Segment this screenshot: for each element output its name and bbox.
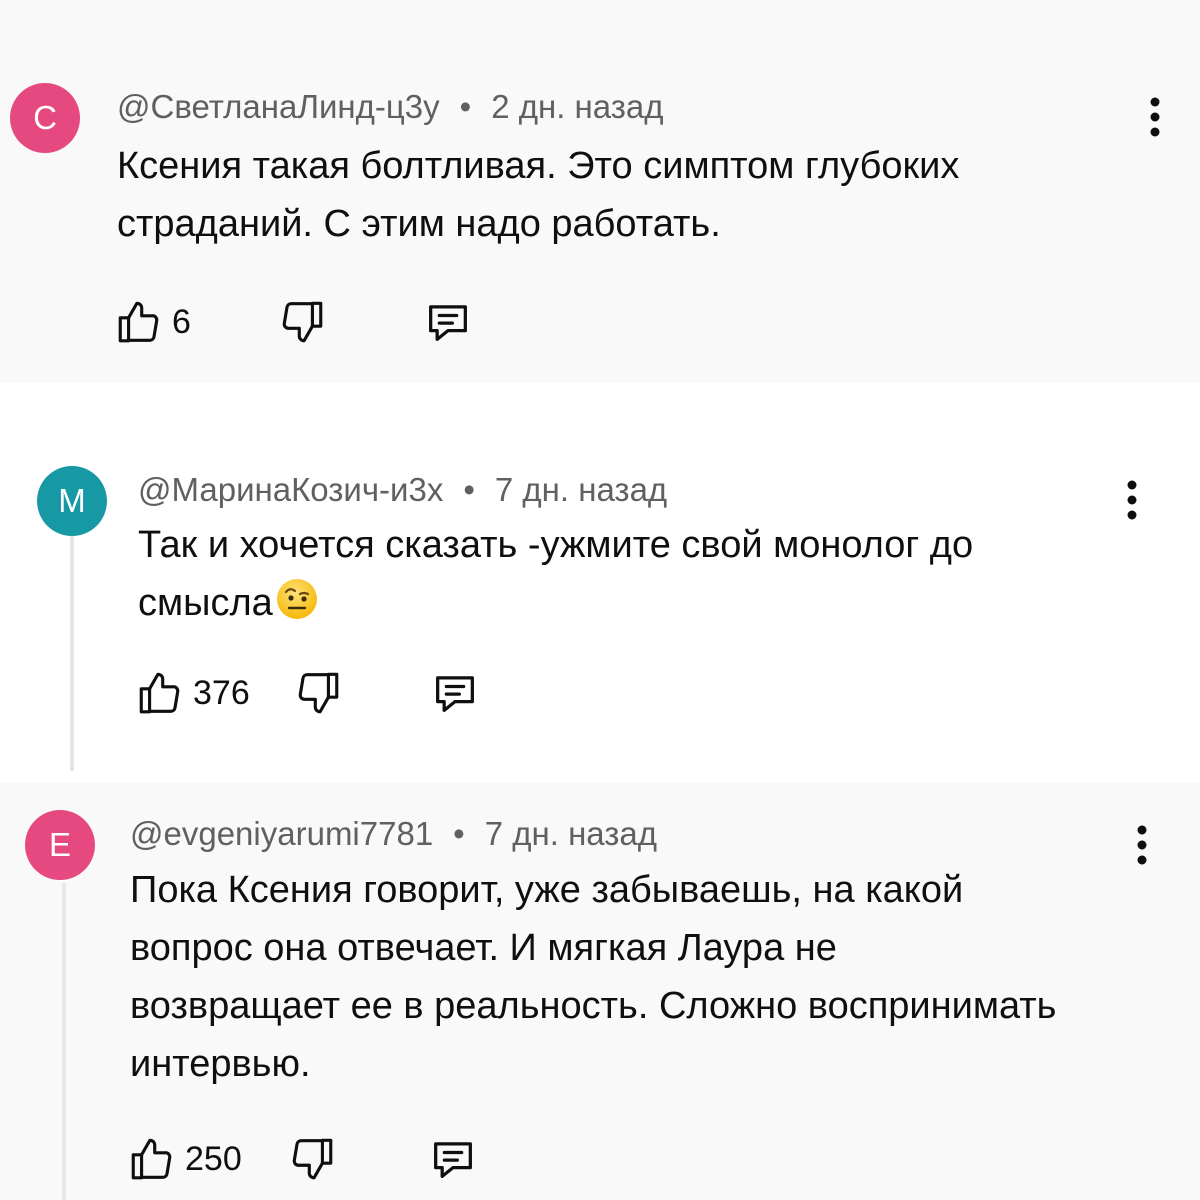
- like-button[interactable]: 6: [114, 292, 191, 352]
- like-count: 6: [172, 302, 191, 341]
- reply-button[interactable]: [429, 663, 481, 723]
- comment-meta: @evgeniyarumi7781 • 7 дн. назад: [130, 815, 657, 853]
- comment-actions: 250: [127, 1129, 527, 1189]
- comment-text-line: интервью.: [130, 1043, 311, 1085]
- reply-button[interactable]: [427, 1129, 479, 1189]
- reply-comment-icon: [427, 1133, 479, 1185]
- comment-item: С @СветланаЛинд-ц3у • 2 дн. назад Ксения т…: [0, 0, 1200, 383]
- dislike-button[interactable]: [287, 1129, 337, 1189]
- thumbs-down-icon: [287, 1134, 337, 1184]
- like-count: 376: [193, 673, 250, 712]
- more-vertical-icon[interactable]: [1112, 475, 1152, 525]
- comment-text: Ксения такая болтливая. Это симптом глуб…: [117, 137, 959, 253]
- comment-meta: @СветланаЛинд-ц3у • 2 дн. назад: [117, 88, 664, 126]
- comment-text-line: вопрос она отвечает. И мягкая Лаура не: [130, 927, 837, 969]
- comment-time[interactable]: 7 дн. назад: [495, 471, 667, 508]
- meta-separator: •: [459, 88, 472, 125]
- thumbs-down-icon: [277, 297, 327, 347]
- thumbs-up-icon: [135, 668, 185, 718]
- more-vertical-icon[interactable]: [1122, 820, 1162, 870]
- avatar-letter: Е: [48, 826, 71, 863]
- avatar-letter: С: [33, 99, 57, 136]
- like-button[interactable]: 250: [127, 1129, 242, 1189]
- like-count: 250: [185, 1139, 242, 1178]
- reply-comment-icon: [422, 296, 474, 348]
- comment-text-line: возвращает ее в реальность. Сложно воспр…: [130, 985, 1057, 1027]
- comment-text-line: страданий. С этим надо работать.: [117, 203, 721, 245]
- thread-line: [62, 883, 66, 1200]
- comment-text-line: Так и хочется сказать -ужмите свой монол…: [138, 524, 974, 566]
- avatar[interactable]: С: [10, 83, 80, 153]
- comment-text-line: смысла: [138, 582, 273, 624]
- meta-separator: •: [453, 815, 465, 852]
- more-vertical-icon[interactable]: [1135, 92, 1175, 142]
- reply-button[interactable]: [422, 292, 474, 352]
- author-name[interactable]: @МаринаКозич-и3х: [138, 471, 443, 508]
- like-button[interactable]: 376: [135, 663, 250, 723]
- meta-separator: •: [463, 471, 475, 508]
- thread-line: [70, 536, 74, 771]
- comment-text-line: Пока Ксения говорит, уже забываешь, на к…: [130, 869, 964, 911]
- comment-text-line: Ксения такая болтливая. Это симптом глуб…: [117, 145, 960, 187]
- comment-text: Так и хочется сказать -ужмите свой монол…: [138, 516, 973, 632]
- comment-item: Е @evgeniyarumi7781 • 7 дн. назад Пока Ксе…: [0, 783, 1200, 1200]
- comment-text: Пока Ксения говорит, уже забываешь, на к…: [130, 861, 1056, 1093]
- comment-actions: 376: [135, 663, 535, 723]
- comment-actions: 6: [114, 292, 514, 352]
- comment-meta: @МаринаКозич-и3х • 7 дн. назад: [138, 471, 667, 509]
- thumbs-up-icon: [114, 297, 164, 347]
- avatar[interactable]: Е: [25, 810, 95, 880]
- comment-text-line-wrap: смысла: [138, 574, 973, 632]
- dislike-button[interactable]: [293, 663, 343, 723]
- comment-time[interactable]: 2 дн. назад: [491, 88, 663, 125]
- reply-comment-icon: [429, 667, 481, 719]
- author-name[interactable]: @evgeniyarumi7781: [130, 815, 433, 852]
- dislike-button[interactable]: [277, 292, 327, 352]
- thumbs-down-icon: [293, 668, 343, 718]
- thumbs-up-icon: [127, 1134, 177, 1184]
- author-name[interactable]: @СветланаЛинд-ц3у: [117, 88, 440, 125]
- comment-time[interactable]: 7 дн. назад: [485, 815, 657, 852]
- avatar[interactable]: М: [37, 466, 107, 536]
- avatar-letter: М: [58, 482, 86, 519]
- face-with-raised-eyebrow-emoji: [275, 577, 319, 621]
- comment-item: М @МаринаКозич-и3х • 7 дн. назад Так и хоч…: [0, 383, 1200, 783]
